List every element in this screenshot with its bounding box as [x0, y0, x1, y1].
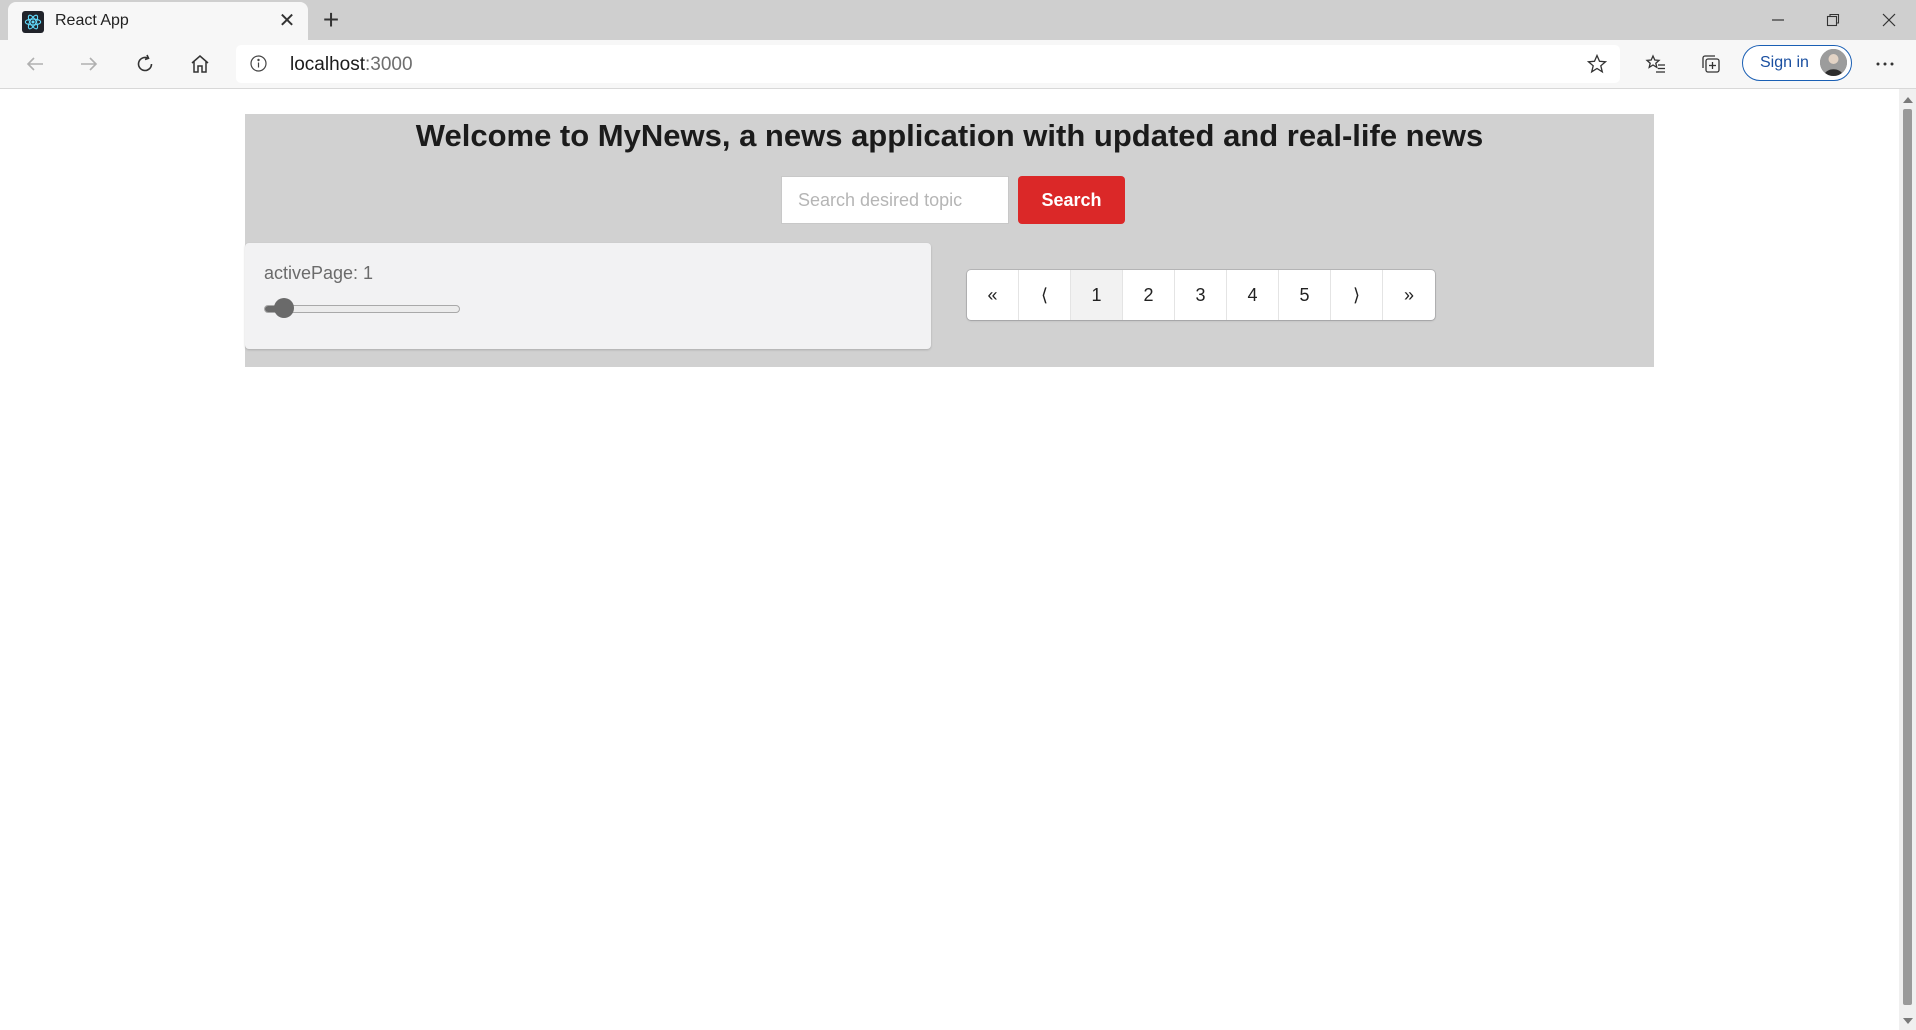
star-icon[interactable] [1586, 53, 1610, 75]
pagination: « ⟨ 1 2 3 4 5 ⟩ » [967, 270, 1435, 320]
address-bar[interactable]: localhost:3000 [236, 45, 1620, 83]
plus-icon[interactable]: + [316, 6, 346, 36]
last-page-button[interactable]: » [1383, 270, 1435, 320]
sign-in-label: Sign in [1760, 54, 1809, 71]
react-favicon-icon [22, 11, 44, 33]
url-host: localhost [290, 54, 365, 75]
restore-icon[interactable] [1806, 0, 1860, 40]
page-button-2[interactable]: 2 [1123, 270, 1175, 320]
back-icon[interactable] [15, 46, 55, 82]
browser-toolbar: localhost:3000 Sign in [0, 40, 1916, 89]
page-scrollbar[interactable] [1899, 89, 1916, 1030]
minimize-icon[interactable] [1751, 0, 1805, 40]
url-port: :3000 [365, 54, 413, 75]
prev-page-button[interactable]: ⟨ [1019, 270, 1071, 320]
window-close-icon[interactable] [1862, 0, 1916, 40]
page-button-5[interactable]: 5 [1279, 270, 1331, 320]
page-button-3[interactable]: 3 [1175, 270, 1227, 320]
page-button-4[interactable]: 4 [1227, 270, 1279, 320]
search-input[interactable] [781, 176, 1009, 224]
forward-icon[interactable] [69, 46, 109, 82]
scroll-down-icon[interactable] [1903, 1018, 1913, 1024]
more-icon[interactable] [1865, 46, 1905, 82]
scroll-up-icon[interactable] [1903, 97, 1913, 103]
first-page-button[interactable]: « [967, 270, 1019, 320]
tab-title: React App [55, 12, 129, 29]
page-button-1[interactable]: 1 [1071, 270, 1123, 320]
app-container: Welcome to MyNews, a news application wi… [245, 114, 1654, 367]
search-button[interactable]: Search [1018, 176, 1125, 224]
page-title: Welcome to MyNews, a news application wi… [415, 118, 1484, 153]
info-icon[interactable] [250, 55, 267, 72]
url-text: localhost:3000 [290, 54, 413, 76]
browser-tab[interactable]: React App ✕ [8, 2, 308, 40]
active-page-label: activePage: 1 [264, 263, 374, 283]
avatar [1820, 49, 1847, 76]
tab-strip: React App ✕ + [0, 0, 1916, 40]
home-icon[interactable] [180, 46, 220, 82]
scroll-thumb[interactable] [1903, 109, 1912, 1005]
refresh-icon[interactable] [125, 46, 165, 82]
next-page-button[interactable]: ⟩ [1331, 270, 1383, 320]
sign-in-button[interactable]: Sign in [1742, 45, 1852, 81]
close-icon[interactable]: ✕ [276, 10, 298, 32]
active-page-card: activePage: 1 [245, 243, 931, 349]
slider-thumb[interactable] [274, 298, 294, 318]
collections-icon[interactable] [1691, 46, 1731, 82]
favorites-icon[interactable] [1636, 46, 1676, 82]
